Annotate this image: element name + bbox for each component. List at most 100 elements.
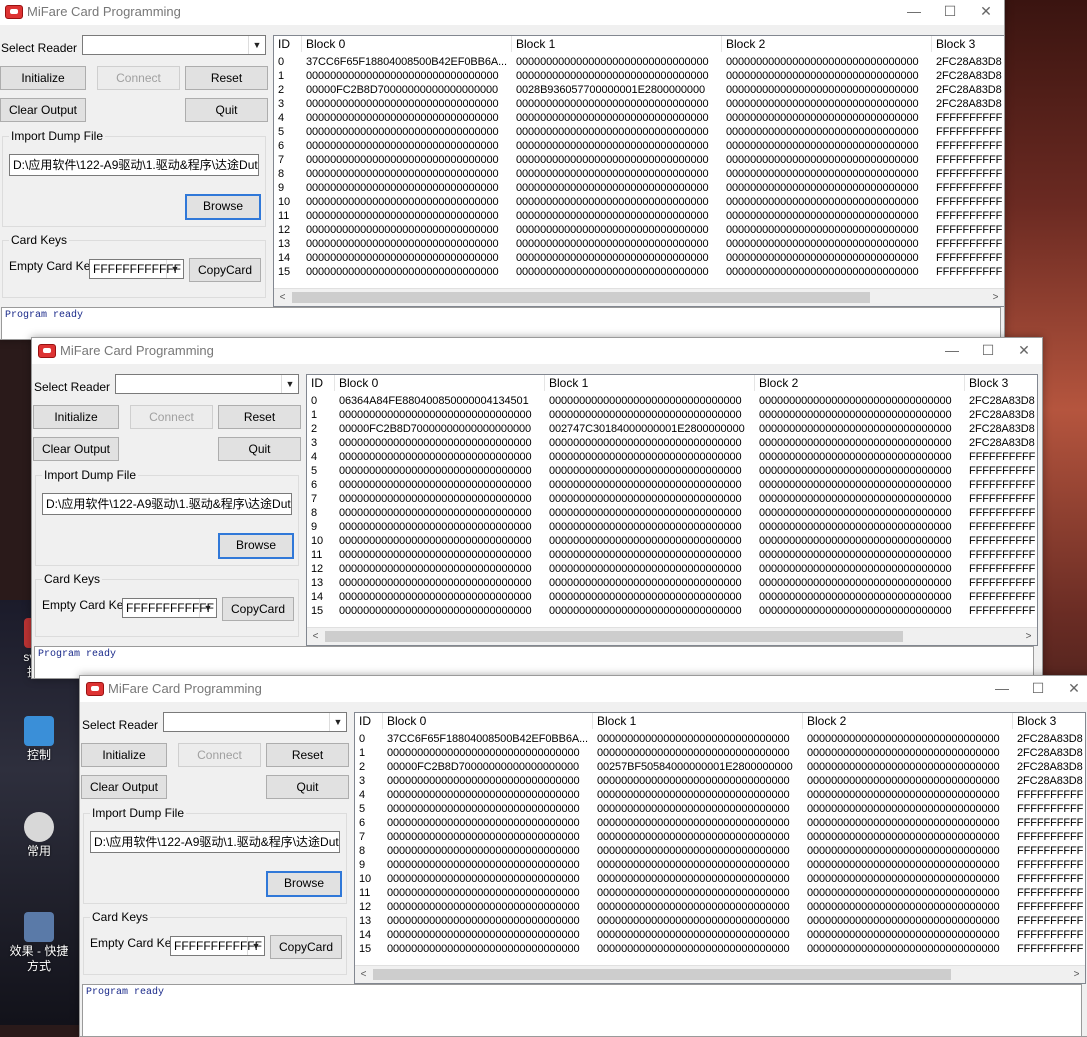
scroll-left-icon[interactable]: < <box>274 289 291 306</box>
empty-card-key-dropdown[interactable]: FFFFFFFFFFFF ▼ <box>170 936 265 956</box>
block-0-cell: 00000FC2B8D70000000000000000000 <box>306 84 499 96</box>
dump-file-path-input[interactable]: D:\应用软件\122-A9驱动\1.驱动&程序\达途Duta <box>42 493 292 515</box>
row-id-cell: 12 <box>311 563 324 575</box>
column-header-block-1[interactable]: Block 1 <box>545 375 755 391</box>
desktop-shortcut-common[interactable]: 常用 <box>0 812 78 859</box>
close-button[interactable]: ✕ <box>1056 676 1087 702</box>
browse-button[interactable]: Browse <box>218 533 294 559</box>
scroll-right-icon[interactable]: > <box>987 289 1004 306</box>
column-header-id[interactable]: ID <box>274 36 302 52</box>
row-id-cell: 10 <box>359 873 372 885</box>
title-bar[interactable]: MiFare Card Programming — ☐ ✕ <box>32 338 1042 364</box>
reset-button[interactable]: Reset <box>266 743 349 767</box>
maximize-button[interactable]: ☐ <box>970 338 1006 364</box>
clear-output-button[interactable]: Clear Output <box>0 98 86 122</box>
column-header-block-1[interactable]: Block 1 <box>512 36 722 52</box>
horizontal-scrollbar[interactable]: < > <box>355 965 1085 983</box>
horizontal-scrollbar[interactable]: < > <box>307 627 1037 645</box>
block-3-cell: FFFFFFFFFF <box>936 224 1003 236</box>
scrollbar-thumb[interactable] <box>292 292 870 303</box>
column-header-block-3[interactable]: Block 3 <box>932 36 1004 52</box>
block-2-cell: 00000000000000000000000000000000 <box>807 887 1000 899</box>
title-bar[interactable]: MiFare Card Programming — ☐ ✕ <box>0 0 1004 25</box>
select-reader-dropdown[interactable]: ▼ <box>82 35 266 55</box>
browse-button[interactable]: Browse <box>185 194 261 220</box>
scroll-right-icon[interactable]: > <box>1020 628 1037 645</box>
connect-button[interactable]: Connect <box>130 405 213 429</box>
column-header-block-2[interactable]: Block 2 <box>803 713 1013 729</box>
scroll-left-icon[interactable]: < <box>355 966 372 983</box>
quit-button[interactable]: Quit <box>218 437 301 461</box>
block-data-grid[interactable]: ID Block 0 Block 1 Block 2 Block 3 0 37CC… <box>354 712 1086 984</box>
scrollbar-thumb[interactable] <box>373 969 951 980</box>
initialize-button[interactable]: Initialize <box>0 66 86 90</box>
dump-file-path-input[interactable]: D:\应用软件\122-A9驱动\1.驱动&程序\达途Duta <box>90 831 340 853</box>
row-id-cell: 2 <box>311 423 318 435</box>
output-log[interactable]: Program ready <box>82 984 1082 1036</box>
block-3-cell: FFFFFFFFFF <box>936 140 1003 152</box>
empty-card-key-dropdown[interactable]: FFFFFFFFFFFF ▼ <box>89 259 184 279</box>
initialize-button[interactable]: Initialize <box>81 743 167 767</box>
block-0-cell: 00000000000000000000000000000000 <box>387 887 580 899</box>
row-id-cell: 8 <box>359 845 366 857</box>
reset-button[interactable]: Reset <box>185 66 268 90</box>
block-2-cell: 00000000000000000000000000000000 <box>807 943 1000 955</box>
maximize-button[interactable]: ☐ <box>932 0 968 25</box>
column-header-block-1[interactable]: Block 1 <box>593 713 803 729</box>
desktop-shortcut-effects[interactable]: 效果 - 快捷 方式 <box>0 912 78 974</box>
select-reader-dropdown[interactable]: ▼ <box>163 712 347 732</box>
clear-output-button[interactable]: Clear Output <box>33 437 119 461</box>
column-header-block-0[interactable]: Block 0 <box>383 713 593 729</box>
connect-button[interactable]: Connect <box>178 743 261 767</box>
browse-button[interactable]: Browse <box>266 871 342 897</box>
reset-button[interactable]: Reset <box>218 405 301 429</box>
column-header-id[interactable]: ID <box>307 375 335 391</box>
desktop-shortcut-control[interactable]: 控制 <box>0 716 78 763</box>
quit-button[interactable]: Quit <box>266 775 349 799</box>
block-2-cell: 00000000000000000000000000000000 <box>726 56 919 68</box>
block-3-cell: FFFFFFFFFF <box>1017 915 1084 927</box>
horizontal-scrollbar[interactable]: < > <box>274 288 1004 306</box>
block-3-cell: FFFFFFFFFF <box>936 154 1003 166</box>
copy-card-button[interactable]: CopyCard <box>270 935 342 959</box>
initialize-button[interactable]: Initialize <box>33 405 119 429</box>
column-header-id[interactable]: ID <box>355 713 383 729</box>
minimize-button[interactable]: — <box>934 338 970 364</box>
block-0-cell: 00000000000000000000000000000000 <box>339 591 532 603</box>
dump-file-path-input[interactable]: D:\应用软件\122-A9驱动\1.驱动&程序\达途Duta <box>9 154 259 176</box>
empty-card-key-dropdown[interactable]: FFFFFFFFFFFF ▼ <box>122 598 217 618</box>
connect-button[interactable]: Connect <box>97 66 180 90</box>
column-header-block-0[interactable]: Block 0 <box>302 36 512 52</box>
desktop-shortcut-label: 控制 <box>26 748 51 762</box>
block-1-cell: 00000000000000000000000000000000 <box>597 747 790 759</box>
column-header-block-3[interactable]: Block 3 <box>965 375 1037 391</box>
block-1-cell: 00000000000000000000000000000000 <box>597 733 790 745</box>
column-header-block-3[interactable]: Block 3 <box>1013 713 1085 729</box>
scrollbar-thumb[interactable] <box>325 631 903 642</box>
block-1-cell: 00000000000000000000000000000000 <box>516 266 709 278</box>
copy-card-button[interactable]: CopyCard <box>222 597 294 621</box>
block-data-grid[interactable]: ID Block 0 Block 1 Block 2 Block 3 0 0636… <box>306 374 1038 646</box>
maximize-button[interactable]: ☐ <box>1020 676 1056 702</box>
row-id-cell: 5 <box>311 465 318 477</box>
block-data-grid[interactable]: ID Block 0 Block 1 Block 2 Block 3 0 37CC… <box>273 35 1004 307</box>
scroll-right-icon[interactable]: > <box>1068 966 1085 983</box>
select-reader-dropdown[interactable]: ▼ <box>115 374 299 394</box>
minimize-button[interactable]: — <box>896 0 932 25</box>
column-header-block-2[interactable]: Block 2 <box>722 36 932 52</box>
minimize-button[interactable]: — <box>984 676 1020 702</box>
close-button[interactable]: ✕ <box>968 0 1004 25</box>
column-header-block-0[interactable]: Block 0 <box>335 375 545 391</box>
block-1-cell: 00000000000000000000000000000000 <box>549 535 742 547</box>
title-bar[interactable]: MiFare Card Programming — ☐ ✕ <box>80 676 1087 702</box>
clear-output-button[interactable]: Clear Output <box>81 775 167 799</box>
block-2-cell: 00000000000000000000000000000000 <box>726 210 919 222</box>
copy-card-button[interactable]: CopyCard <box>189 258 261 282</box>
column-header-block-2[interactable]: Block 2 <box>755 375 965 391</box>
close-button[interactable]: ✕ <box>1006 338 1042 364</box>
quit-button[interactable]: Quit <box>185 98 268 122</box>
output-log[interactable]: Program ready <box>1 307 1001 339</box>
scroll-left-icon[interactable]: < <box>307 628 324 645</box>
block-3-cell: FFFFFFFFFF <box>936 112 1003 124</box>
block-3-cell: FFFFFFFFFF <box>936 196 1003 208</box>
